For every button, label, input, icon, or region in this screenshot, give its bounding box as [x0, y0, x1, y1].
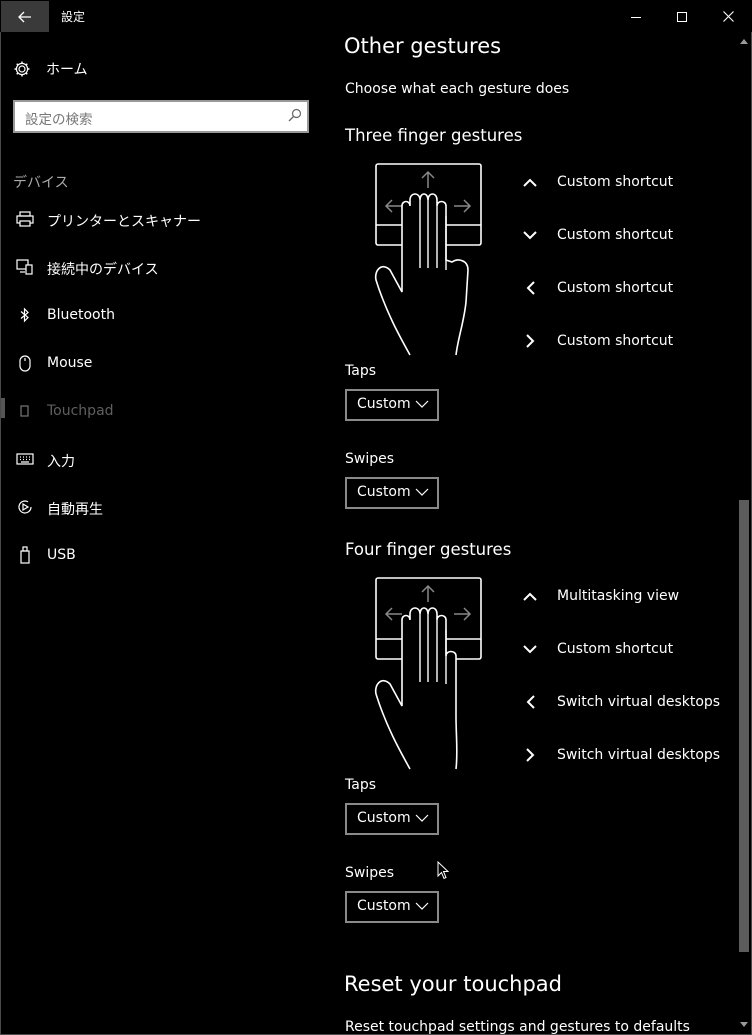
sidebar-item-bluetooth[interactable]: Bluetooth	[0, 292, 320, 340]
three-finger-up-action: Custom shortcut	[557, 174, 674, 190]
sidebar-item-autoplay[interactable]: 自動再生	[0, 484, 320, 532]
four-finger-swipe-left: Switch virtual desktops	[520, 691, 720, 713]
dropdown-value: Custom	[357, 810, 411, 826]
autoplay-icon	[16, 498, 34, 516]
three-finger-heading: Three finger gestures	[345, 126, 523, 145]
sidebar-item-label: Touchpad	[47, 403, 114, 419]
sidebar-item-label: Mouse	[47, 355, 93, 371]
four-finger-taps-label: Taps	[345, 777, 376, 793]
chevron-up-icon	[520, 586, 540, 606]
gear-icon	[14, 61, 30, 77]
connected-devices-icon	[16, 258, 34, 276]
three-finger-down-action: Custom shortcut	[557, 227, 674, 243]
dropdown-value: Custom	[357, 898, 411, 914]
back-button[interactable]	[1, 1, 49, 32]
search-icon	[288, 108, 302, 122]
sidebar-item-typing[interactable]: 入力	[0, 436, 320, 484]
chevron-down-icon	[415, 814, 429, 822]
search-input[interactable]: 設定の検索	[13, 100, 309, 133]
reset-description: Reset touchpad settings and gestures to …	[345, 1019, 690, 1035]
touchpad-icon	[16, 402, 34, 420]
four-finger-swipe-up: Multitasking view	[520, 585, 679, 607]
chevron-down-icon	[415, 902, 429, 910]
sidebar-item-printers[interactable]: プリンターとスキャナー	[0, 196, 320, 244]
sidebar-item-connected-devices[interactable]: 接続中のデバイス	[0, 244, 320, 292]
four-finger-hand-illustration	[374, 577, 482, 770]
three-finger-taps-label: Taps	[345, 363, 376, 379]
four-finger-taps-dropdown[interactable]: Custom	[345, 803, 439, 835]
chevron-down-icon	[520, 639, 540, 659]
sidebar-item-mouse[interactable]: Mouse	[0, 340, 320, 388]
chevron-down-icon	[415, 400, 429, 408]
keyboard-icon	[16, 450, 34, 468]
minimize-icon	[631, 16, 641, 18]
back-arrow-icon	[18, 11, 31, 22]
usb-icon	[16, 546, 34, 564]
four-finger-left-action: Switch virtual desktops	[557, 694, 721, 710]
sidebar-item-touchpad[interactable]: Touchpad	[0, 388, 320, 436]
close-button[interactable]	[705, 1, 751, 32]
four-finger-up-action: Multitasking view	[557, 588, 680, 604]
devices-section-header: デバイス	[13, 175, 69, 191]
maximize-icon	[677, 11, 687, 22]
sidebar-item-label: USB	[47, 547, 76, 563]
mouse-icon	[16, 354, 34, 372]
chevron-up-icon	[520, 172, 540, 192]
dropdown-value: Custom	[357, 484, 411, 500]
sidebar-item-label: 自動再生	[47, 502, 103, 518]
selection-indicator	[1, 398, 5, 418]
sidebar-nav: プリンターとスキャナー 接続中のデバイス Bluetooth Mouse Tou…	[0, 196, 320, 580]
three-finger-right-action: Custom shortcut	[557, 333, 674, 349]
three-finger-swipe-left: Custom shortcut	[520, 277, 673, 299]
window-title: 設定	[61, 10, 86, 24]
three-finger-taps-dropdown[interactable]: Custom	[345, 389, 439, 421]
chevron-down-icon	[415, 488, 429, 496]
chevron-right-icon	[520, 745, 540, 765]
search-placeholder: 設定の検索	[25, 112, 93, 128]
three-finger-swipes-label: Swipes	[345, 451, 395, 467]
three-finger-swipes-dropdown[interactable]: Custom	[345, 477, 439, 509]
four-finger-swipe-right: Switch virtual desktops	[520, 744, 720, 766]
reset-heading: Reset your touchpad	[344, 972, 563, 996]
scrollbar-thumb[interactable]	[739, 500, 749, 952]
title-bar: 設定	[0, 0, 752, 32]
bluetooth-icon	[16, 306, 34, 324]
sidebar-item-usb[interactable]: USB	[0, 532, 320, 580]
minimize-button[interactable]	[613, 1, 659, 32]
sidebar-item-label: プリンターとスキャナー	[47, 214, 201, 230]
three-finger-swipe-down: Custom shortcut	[520, 224, 673, 246]
chevron-right-icon	[520, 331, 540, 351]
four-finger-right-action: Switch virtual desktops	[557, 747, 721, 763]
chevron-left-icon	[520, 278, 540, 298]
three-finger-left-action: Custom shortcut	[557, 280, 674, 296]
sidebar-item-label: 接続中のデバイス	[47, 262, 159, 278]
sidebar-item-label: 入力	[47, 454, 75, 470]
three-finger-swipe-right: Custom shortcut	[520, 330, 673, 352]
three-finger-hand-illustration	[374, 163, 482, 356]
mouse-cursor-icon	[437, 861, 449, 880]
four-finger-swipe-down: Custom shortcut	[520, 638, 673, 660]
scroll-up-arrow-icon[interactable]	[739, 34, 749, 48]
home-nav-item[interactable]: ホーム	[13, 57, 88, 81]
three-finger-swipe-up: Custom shortcut	[520, 171, 673, 193]
chevron-left-icon	[520, 692, 540, 712]
close-icon	[722, 11, 734, 22]
page-title: Other gestures	[344, 34, 502, 58]
chevron-down-icon	[520, 225, 540, 245]
four-finger-swipes-dropdown[interactable]: Custom	[345, 891, 439, 923]
four-finger-heading: Four finger gestures	[345, 540, 512, 559]
four-finger-down-action: Custom shortcut	[557, 641, 674, 657]
scroll-down-arrow-icon[interactable]	[739, 1017, 749, 1031]
dropdown-value: Custom	[357, 396, 411, 412]
printer-icon	[16, 210, 34, 228]
maximize-button[interactable]	[659, 1, 705, 32]
page-subtitle: Choose what each gesture does	[345, 81, 570, 97]
home-label: ホーム	[46, 62, 88, 78]
sidebar-item-label: Bluetooth	[47, 307, 115, 323]
four-finger-swipes-label: Swipes	[345, 865, 395, 881]
